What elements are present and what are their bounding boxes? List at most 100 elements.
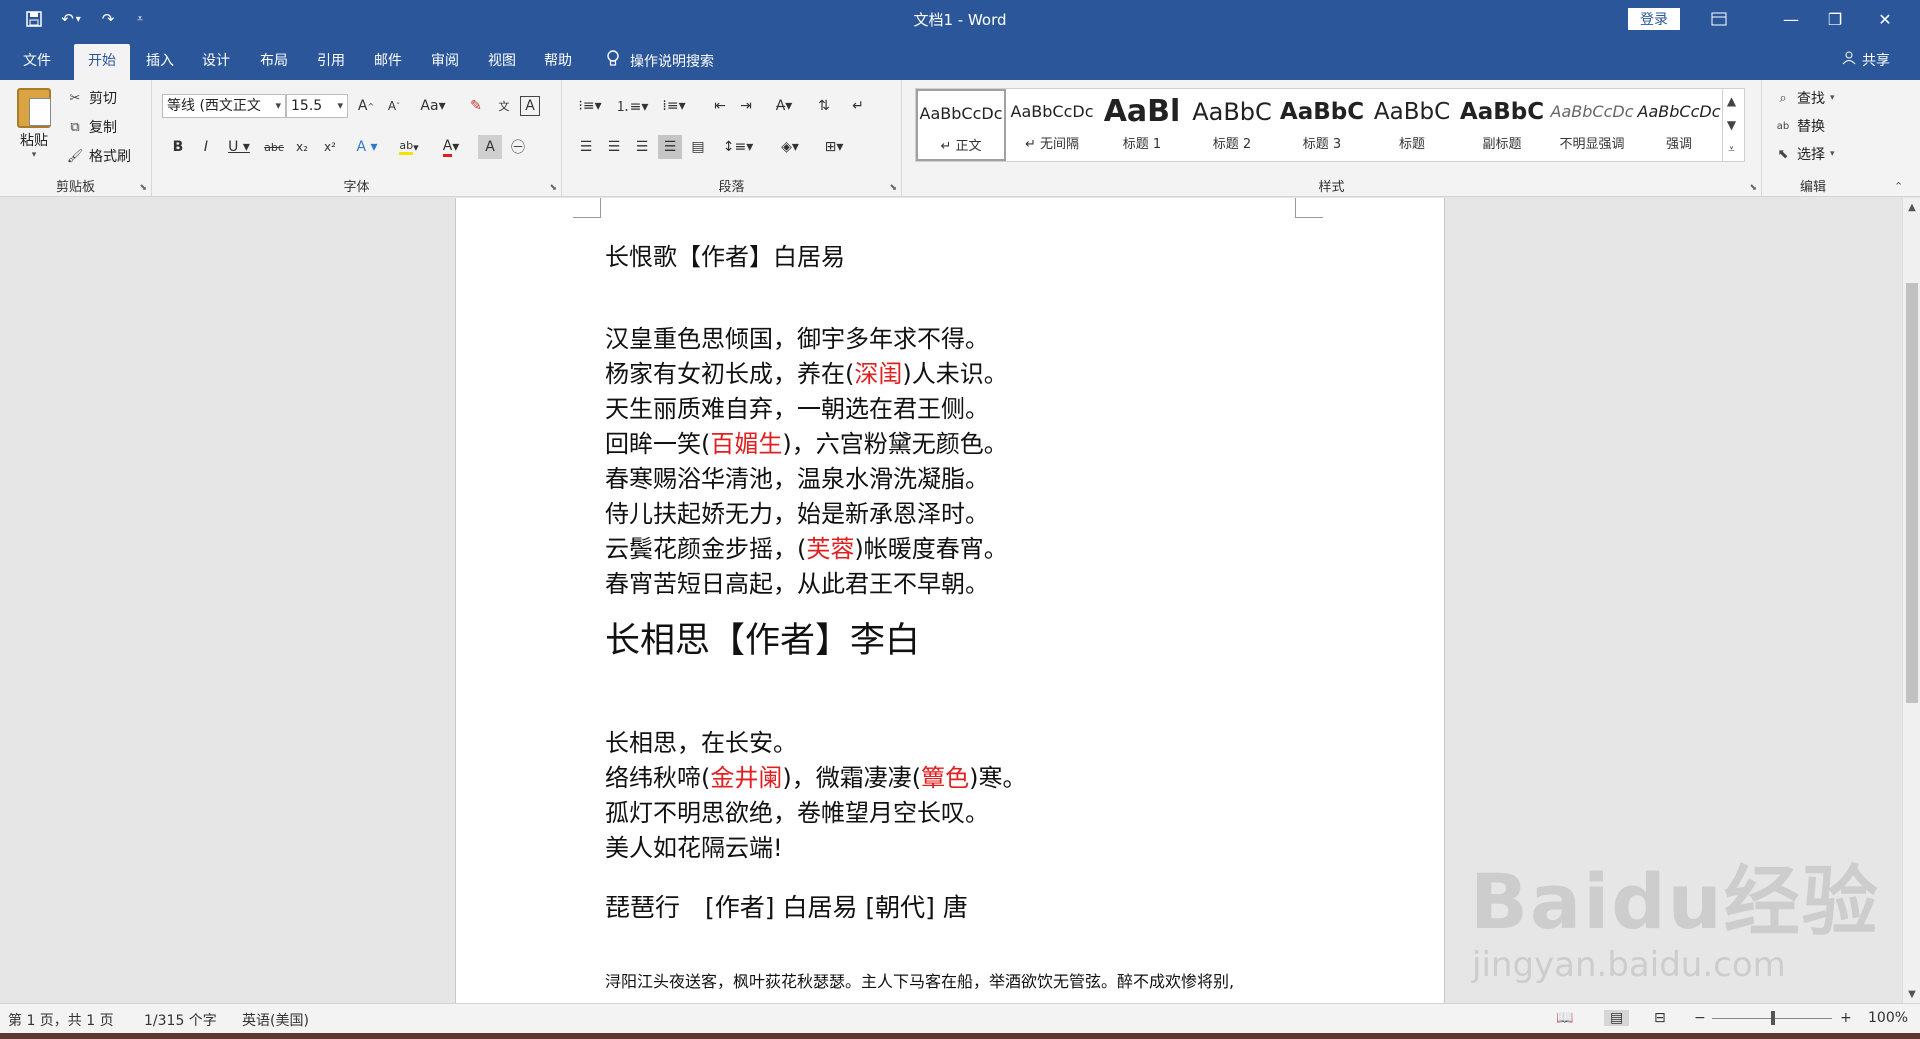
highlight-icon[interactable]: ab ▾ [392, 135, 426, 159]
find-button[interactable]: ⌕ 查找 ▾ [1774, 88, 1834, 108]
align-right-icon[interactable]: ☰ [630, 135, 654, 159]
font-name-select[interactable]: 等线 (西文正文 ▾ [162, 94, 286, 118]
redo-icon[interactable]: ↷ [92, 7, 124, 31]
scroll-thumb[interactable] [1906, 283, 1918, 703]
login-button[interactable]: 登录 [1628, 8, 1680, 30]
tab-insert[interactable]: 插入 [134, 44, 186, 80]
increase-indent-icon[interactable]: ⇥ [734, 94, 758, 118]
tab-design[interactable]: 设计 [190, 44, 242, 80]
style-heading-3[interactable]: AaBbC 标题 3 [1277, 89, 1367, 161]
undo-icon[interactable]: ↶ ▾ [50, 7, 92, 31]
font-color-icon[interactable]: A ▾ [434, 135, 468, 159]
clear-formatting-icon[interactable]: ✎ [464, 94, 488, 118]
copy-button[interactable]: ⧉ 复制 [66, 117, 117, 137]
multilevel-list-icon[interactable]: ⁞≡▾ [656, 94, 692, 118]
style-title[interactable]: AaBbC 标题 [1367, 89, 1457, 161]
grow-font-icon[interactable]: A ^ [354, 94, 378, 118]
zoom-in-icon[interactable]: + [1840, 1010, 1852, 1026]
align-center-icon[interactable]: ☰ [602, 135, 626, 159]
vertical-scrollbar[interactable]: ▲ ▼ [1902, 198, 1920, 1003]
clipboard-launcher-icon[interactable]: ⬊ [139, 183, 147, 193]
borders-icon[interactable]: ⊞▾ [816, 135, 852, 159]
ribbon-display-options-icon[interactable] [1696, 0, 1742, 38]
enclose-characters-icon[interactable]: ㊀ [506, 135, 530, 159]
styles-launcher-icon[interactable]: ⬊ [1749, 183, 1757, 193]
change-case-icon[interactable]: Aa▾ [416, 94, 450, 118]
tab-references[interactable]: 引用 [305, 44, 357, 80]
tab-file[interactable]: 文件 [8, 44, 66, 80]
shrink-font-icon[interactable]: Aˇ [382, 94, 406, 118]
underline-icon[interactable]: U ▾ [222, 135, 256, 159]
shading-icon[interactable]: ◈▾ [772, 135, 808, 159]
zoom-level[interactable]: 100% [1868, 1010, 1908, 1026]
italic-icon[interactable]: I [194, 135, 218, 159]
style-subtle-emphasis[interactable]: AaBbCcDc 不明显强调 [1547, 89, 1637, 161]
line-spacing-icon[interactable]: ↕≡▾ [720, 135, 756, 159]
share-button[interactable]: 共享 [1842, 50, 1890, 70]
gallery-up-icon[interactable]: ▲ [1722, 89, 1740, 113]
bullets-icon[interactable]: ⁝≡▾ [572, 94, 608, 118]
format-painter-button[interactable]: 🖌 格式刷 [66, 146, 131, 166]
character-shading-icon[interactable]: A [478, 135, 502, 159]
tab-layout[interactable]: 布局 [248, 44, 300, 80]
style-heading-1[interactable]: AaBl 标题 1 [1097, 89, 1187, 161]
poem2-title[interactable]: 长相思【作者】李白 [605, 616, 920, 666]
replace-button[interactable]: ab 替换 [1774, 116, 1825, 136]
style-heading-2[interactable]: AaBbC 标题 2 [1187, 89, 1277, 161]
chinese-layout-icon[interactable]: A̶▾ [766, 94, 802, 118]
customize-qat-icon[interactable]: ⩡ [124, 7, 156, 31]
style-normal[interactable]: AaBbCcDc ↵ 正文 [916, 89, 1006, 161]
tab-help[interactable]: 帮助 [532, 44, 584, 80]
paste-button[interactable]: 粘贴 ▾ [12, 88, 56, 160]
align-left-icon[interactable]: ☰ [574, 135, 598, 159]
tell-me-search[interactable]: 操作说明搜索 [606, 50, 714, 72]
decrease-indent-icon[interactable]: ⇤ [708, 94, 732, 118]
select-button[interactable]: ⬉ 选择 ▾ [1774, 144, 1835, 164]
numbering-icon[interactable]: ⒈≡▾ [614, 94, 650, 118]
scroll-down-icon[interactable]: ▼ [1903, 985, 1920, 1003]
tab-mailings[interactable]: 邮件 [362, 44, 414, 80]
sort-icon[interactable]: ⇅ [812, 94, 836, 118]
web-layout-icon[interactable]: ⊟ [1654, 1010, 1666, 1026]
restore-icon[interactable]: ❐ [1812, 0, 1858, 38]
style-subtitle[interactable]: AaBbC 副标题 [1457, 89, 1547, 161]
scroll-up-icon[interactable]: ▲ [1903, 198, 1920, 216]
tab-view[interactable]: 视图 [476, 44, 528, 80]
text-effects-icon[interactable]: A ▾ [350, 135, 384, 159]
cut-button[interactable]: ✂ 剪切 [66, 88, 117, 108]
gallery-down-icon[interactable]: ▼ [1722, 113, 1740, 137]
poem1-body[interactable]: 汉皇重色思倾国，御宇多年求不得。 杨家有女初长成，养在(深闺)人未识。 天生丽质… [605, 322, 1008, 602]
strikethrough-icon[interactable]: abc [262, 135, 286, 159]
language-indicator[interactable]: 英语(美国) [242, 1010, 309, 1030]
phonetic-guide-icon[interactable]: 文 [492, 94, 516, 118]
style-emphasis[interactable]: AaBbCcDc 强调 [1637, 89, 1721, 161]
superscript-icon[interactable]: x² [318, 135, 342, 159]
poem3-line[interactable]: 浔阳江头夜送客，枫叶荻花秋瑟瑟。主人下马客在船，举酒欲饮无管弦。醉不成欢惨将别, [605, 970, 1234, 994]
distributed-icon[interactable]: ▤ [686, 135, 710, 159]
document-page[interactable]: 长恨歌【作者】白居易 汉皇重色思倾国，御宇多年求不得。 杨家有女初长成，养在(深… [455, 198, 1445, 1003]
print-layout-icon[interactable]: ▤ [1604, 1010, 1630, 1026]
tab-review[interactable]: 审阅 [419, 44, 471, 80]
gallery-more-icon[interactable]: ⩡ [1722, 137, 1740, 161]
paste-dropdown-icon[interactable]: ▾ [12, 150, 56, 160]
paragraph-launcher-icon[interactable]: ⬊ [889, 183, 897, 193]
page-count[interactable]: 第 1 页，共 1 页 [8, 1010, 114, 1030]
character-border-icon[interactable]: A [520, 96, 540, 116]
tab-home[interactable]: 开始 [74, 44, 130, 80]
poem2-body[interactable]: 长相思，在长安。 络纬秋啼(金井阑)，微霜凄凄(簟色)寒。 孤灯不明思欲绝，卷帷… [605, 726, 1026, 866]
close-icon[interactable]: ✕ [1862, 0, 1908, 38]
collapse-ribbon-icon[interactable]: ⌃ [1894, 180, 1903, 193]
show-formatting-marks-icon[interactable]: ↵ [846, 94, 870, 118]
justify-icon[interactable]: ☰ [658, 135, 682, 159]
subscript-icon[interactable]: x₂ [290, 135, 314, 159]
save-icon[interactable] [18, 7, 50, 31]
font-launcher-icon[interactable]: ⬊ [549, 183, 557, 193]
read-mode-icon[interactable]: 📖 [1556, 1010, 1573, 1026]
word-count[interactable]: 1/315 个字 [144, 1010, 217, 1030]
bold-icon[interactable]: B [166, 135, 190, 159]
poem3-title[interactable]: 琵琶行 [作者] 白居易 [朝代] 唐 [605, 888, 968, 928]
poem1-title[interactable]: 长恨歌【作者】白居易 [605, 240, 845, 275]
minimize-icon[interactable]: — [1768, 0, 1814, 38]
zoom-slider-thumb[interactable] [1771, 1011, 1775, 1025]
zoom-out-icon[interactable]: − [1694, 1010, 1706, 1026]
